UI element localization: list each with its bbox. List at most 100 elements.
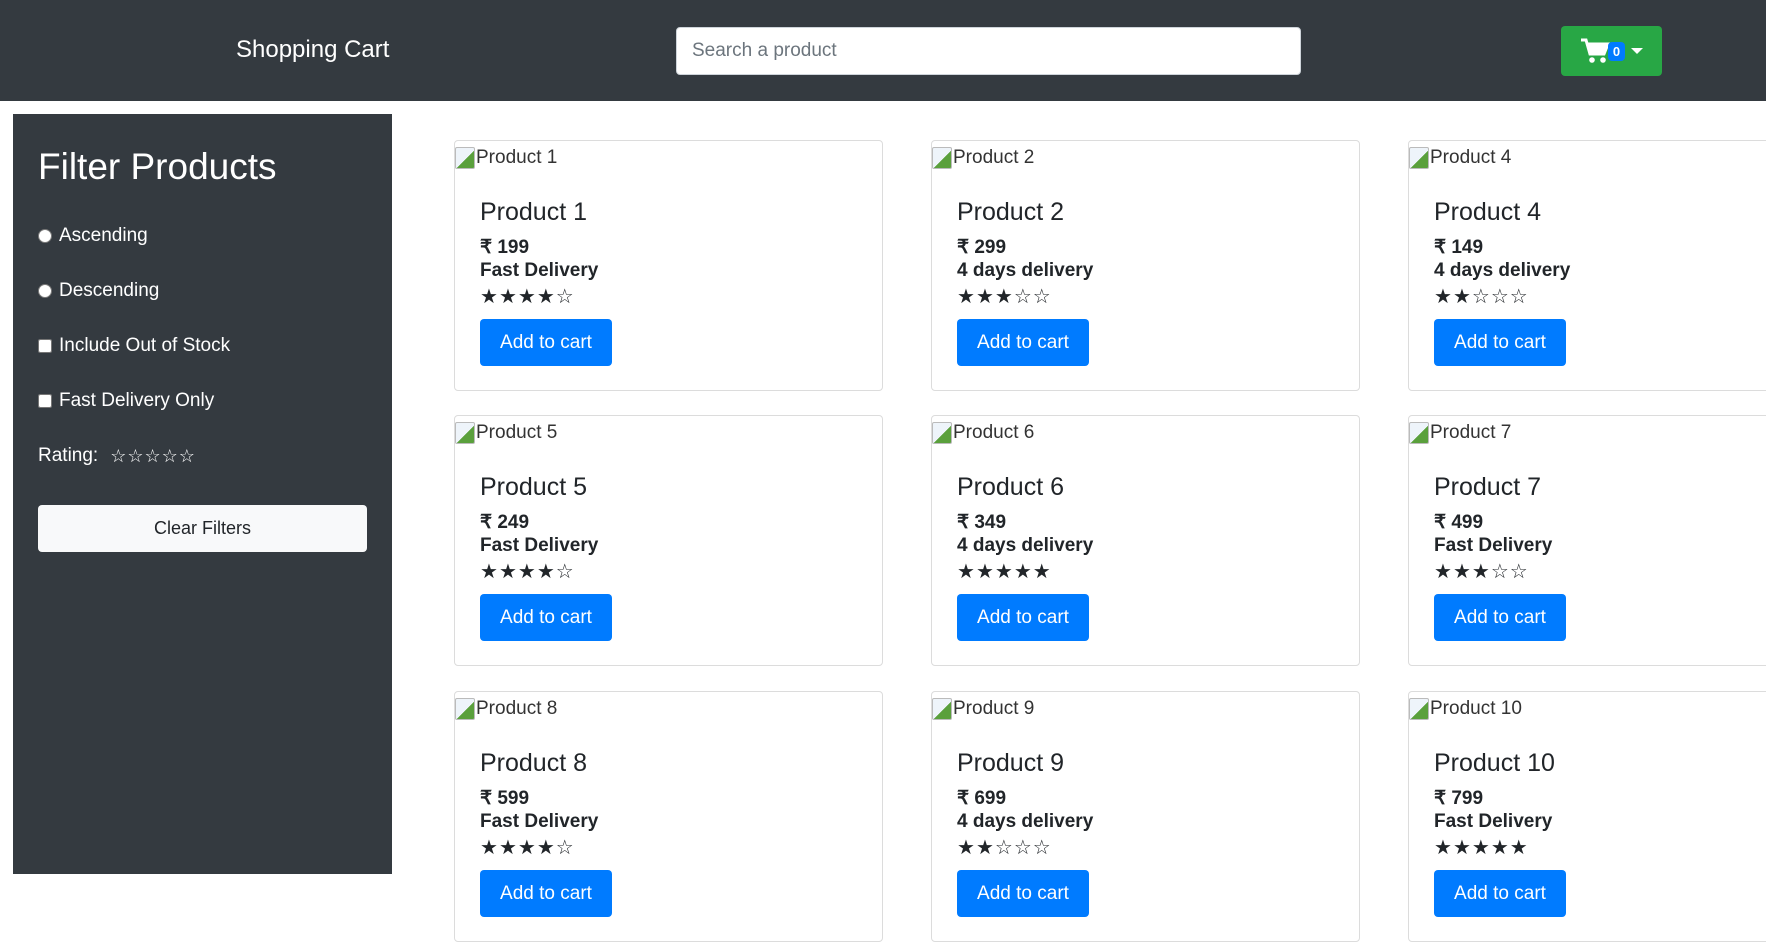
product-price: ₹ 599 [480,788,530,809]
brand-title[interactable]: Shopping Cart [236,36,389,64]
star-filled-icon: ★ [957,286,976,308]
star-empty-icon: ☆ [1013,286,1033,308]
clear-filters-button[interactable]: Clear Filters [38,505,367,552]
broken-image-icon [932,422,952,444]
star-empty-icon[interactable]: ☆ [110,446,127,466]
option-label: Descending [59,280,160,301]
fast-delivery-only[interactable]: Fast Delivery Only [38,390,214,412]
star-filled-icon: ★ [1471,561,1491,583]
fast-delivery-checkbox[interactable] [38,394,52,408]
add-to-cart-button[interactable]: Add to cart [480,870,612,917]
star-filled-icon: ★ [1471,837,1491,859]
star-filled-icon: ★ [1013,561,1033,583]
product-card: Product 4 Product 4 ₹ 149 4 days deliver… [1408,140,1766,391]
star-filled-icon: ★ [957,837,976,859]
option-label: Ascending [59,225,148,246]
navbar: Shopping Cart 0 [0,0,1766,101]
add-to-cart-button[interactable]: Add to cart [957,594,1089,641]
star-empty-icon[interactable]: ☆ [179,446,196,466]
star-empty-icon: ☆ [1490,561,1510,583]
star-empty-icon: ☆ [1032,286,1052,308]
add-to-cart-button[interactable]: Add to cart [1434,870,1566,917]
star-filled-icon: ★ [994,286,1014,308]
star-filled-icon: ★ [994,561,1014,583]
star-filled-icon: ★ [957,561,976,583]
product-delivery: 4 days delivery [957,535,1094,556]
image-alt-text: Product 10 [1430,698,1522,719]
filter-sidebar: Filter Products Ascending Descending Inc… [13,114,392,874]
product-image: Product 5 [455,422,557,444]
star-empty-icon: ☆ [1013,837,1033,859]
image-alt-text: Product 9 [953,698,1035,719]
product-title: Product 7 [1434,473,1542,501]
product-image: Product 9 [932,698,1034,720]
cart-dropdown-button[interactable]: 0 [1561,26,1662,76]
product-title: Product 8 [480,749,588,777]
add-to-cart-button[interactable]: Add to cart [957,870,1089,917]
caret-down-icon [1631,48,1644,54]
broken-image-icon [1409,147,1429,169]
product-card: Product 7 Product 7 ₹ 499 Fast Delivery … [1408,415,1766,666]
star-filled-icon: ★ [975,286,995,308]
product-rating: ★★☆☆☆ [1434,284,1529,309]
star-empty-icon: ☆ [994,837,1014,859]
product-delivery: 4 days delivery [957,260,1094,281]
option-label: Fast Delivery Only [59,390,215,411]
star-filled-icon: ★ [1434,837,1453,859]
product-delivery: Fast Delivery [1434,811,1553,832]
filter-title: Filter Products [38,146,277,187]
product-price: ₹ 699 [957,788,1007,809]
star-empty-icon[interactable]: ☆ [144,446,161,466]
star-filled-icon: ★ [498,837,518,859]
star-empty-icon[interactable]: ☆ [162,446,179,466]
product-rating: ★★★★★ [957,559,1052,584]
sort-descending[interactable]: Descending [38,280,159,302]
star-filled-icon: ★ [536,837,556,859]
product-image: Product 6 [932,422,1034,444]
product-image: Product 2 [932,147,1034,169]
star-empty-icon: ☆ [555,561,575,583]
search-input[interactable] [676,27,1301,75]
product-delivery: Fast Delivery [1434,535,1553,556]
product-title: Product 10 [1434,749,1555,777]
rating-label: Rating: [38,445,99,466]
include-out-of-stock[interactable]: Include Out of Stock [38,335,230,357]
add-to-cart-button[interactable]: Add to cart [480,594,612,641]
star-filled-icon: ★ [1434,286,1453,308]
out-of-stock-checkbox[interactable] [38,339,52,353]
ascending-radio[interactable] [38,229,52,243]
image-alt-text: Product 8 [476,698,558,719]
star-filled-icon: ★ [498,561,518,583]
star-filled-icon: ★ [480,286,499,308]
product-rating: ★★★★☆ [480,284,575,309]
add-to-cart-button[interactable]: Add to cart [1434,594,1566,641]
star-filled-icon: ★ [1452,286,1472,308]
product-title: Product 4 [1434,198,1542,226]
add-to-cart-button[interactable]: Add to cart [957,319,1089,366]
broken-image-icon [932,147,952,169]
add-to-cart-button[interactable]: Add to cart [1434,319,1566,366]
image-alt-text: Product 5 [476,422,558,443]
product-rating: ★★★★★ [1434,835,1529,860]
product-price: ₹ 799 [1434,788,1484,809]
add-to-cart-button[interactable]: Add to cart [480,319,612,366]
product-delivery: 4 days delivery [1434,260,1571,281]
product-card: Product 2 Product 2 ₹ 299 4 days deliver… [931,140,1360,391]
product-card: Product 10 Product 10 ₹ 799 Fast Deliver… [1408,691,1766,942]
star-filled-icon: ★ [1452,561,1472,583]
product-price: ₹ 249 [480,512,530,533]
product-card: Product 1 Product 1 ₹ 199 Fast Delivery … [454,140,883,391]
product-price: ₹ 349 [957,512,1007,533]
rating-stars[interactable]: ☆☆☆☆☆ [110,446,196,467]
product-card: Product 6 Product 6 ₹ 349 4 days deliver… [931,415,1360,666]
star-filled-icon: ★ [1032,561,1052,583]
star-filled-icon: ★ [1490,837,1510,859]
star-empty-icon[interactable]: ☆ [127,446,144,466]
product-title: Product 1 [480,198,588,226]
descending-radio[interactable] [38,284,52,298]
star-filled-icon: ★ [536,286,556,308]
broken-image-icon [455,422,475,444]
sort-ascending[interactable]: Ascending [38,225,148,247]
star-filled-icon: ★ [1434,561,1453,583]
star-filled-icon: ★ [975,561,995,583]
